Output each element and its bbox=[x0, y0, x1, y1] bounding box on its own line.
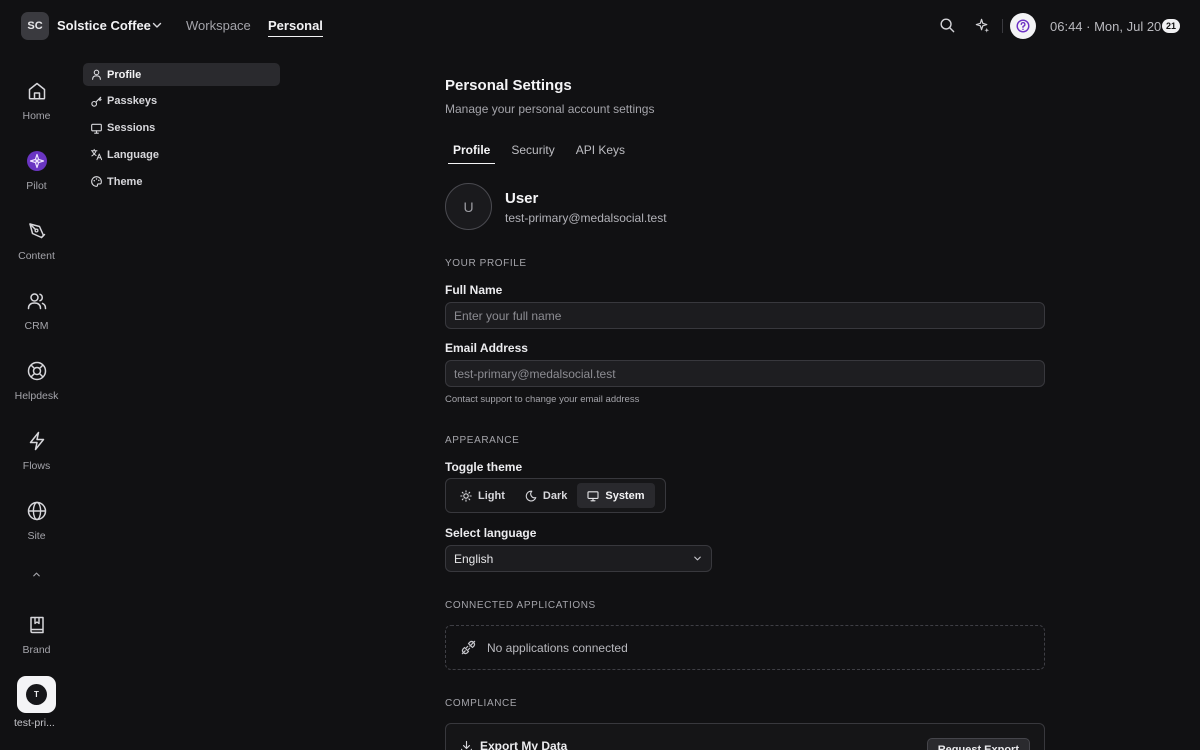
submenu-item-profile[interactable]: Profile bbox=[83, 63, 280, 86]
section-heading-appearance: APPEARANCE bbox=[445, 435, 520, 446]
theme-toggle: Light Dark System bbox=[445, 478, 666, 513]
rail-label: Helpdesk bbox=[14, 390, 59, 402]
rail-label: Site bbox=[27, 530, 46, 542]
rail-item-flows[interactable]: Flows bbox=[0, 430, 73, 472]
rail-label: Pilot bbox=[26, 180, 47, 192]
book-icon bbox=[26, 614, 48, 636]
email-help-text: Contact support to change your email add… bbox=[445, 394, 640, 405]
sun-icon bbox=[460, 489, 478, 502]
connected-apps-empty: No applications connected bbox=[445, 625, 1045, 670]
export-data-title: Export My Data bbox=[460, 739, 567, 750]
rail-label: Content bbox=[18, 250, 55, 262]
user-label: test-pri... bbox=[14, 717, 55, 729]
language-select[interactable]: English bbox=[445, 545, 712, 572]
rail-item-content[interactable]: Content bbox=[0, 220, 73, 262]
rail-label: Home bbox=[22, 110, 51, 122]
rail-label: Brand bbox=[22, 644, 51, 656]
users-icon bbox=[26, 290, 48, 312]
monitor-icon bbox=[587, 490, 605, 502]
page-title: Personal Settings bbox=[445, 77, 572, 94]
email-label: Email Address bbox=[445, 341, 528, 355]
settings-tabs: Profile Security API Keys bbox=[448, 143, 641, 164]
monitor-icon bbox=[90, 122, 103, 135]
pen-icon bbox=[26, 220, 48, 242]
top-bar: SC Solstice Coffee Workspace Personal 06… bbox=[0, 0, 1200, 52]
submenu-label: Profile bbox=[107, 68, 142, 81]
tab-profile[interactable]: Profile bbox=[448, 143, 496, 164]
tab-api-keys[interactable]: API Keys bbox=[571, 143, 630, 164]
export-data-label: Export My Data bbox=[480, 739, 568, 750]
palette-icon bbox=[90, 175, 103, 188]
full-name-label: Full Name bbox=[445, 283, 503, 297]
divider bbox=[1002, 19, 1003, 33]
rail-item-helpdesk[interactable]: Helpdesk bbox=[0, 360, 73, 402]
sparkle-icon[interactable] bbox=[974, 17, 991, 34]
submenu-label: Theme bbox=[107, 175, 143, 188]
globe-icon bbox=[26, 500, 48, 522]
email-field[interactable] bbox=[445, 360, 1045, 387]
theme-option-light[interactable]: Light bbox=[450, 483, 515, 508]
plug-icon bbox=[460, 639, 487, 656]
profile-avatar[interactable]: U bbox=[445, 183, 492, 230]
rail-item-crm[interactable]: CRM bbox=[0, 290, 73, 332]
submenu-item-theme[interactable]: Theme bbox=[83, 170, 280, 193]
export-data-card: Export My Data Request Export bbox=[445, 723, 1045, 750]
profile-email: test-primary@medalsocial.test bbox=[505, 211, 667, 225]
search-icon[interactable] bbox=[939, 17, 956, 34]
moon-icon bbox=[525, 490, 543, 502]
org-avatar[interactable]: SC bbox=[21, 12, 49, 40]
language-select-value: English bbox=[454, 551, 494, 566]
submenu-label: Passkeys bbox=[107, 95, 158, 108]
pilot-icon bbox=[26, 150, 48, 172]
help-icon bbox=[1016, 19, 1030, 33]
avatar: T bbox=[26, 684, 47, 705]
section-heading-profile: YOUR PROFILE bbox=[445, 258, 527, 269]
key-icon bbox=[90, 95, 103, 108]
org-name[interactable]: Solstice Coffee bbox=[57, 18, 151, 33]
theme-option-label: System bbox=[605, 489, 645, 502]
rail-item-pilot[interactable]: Pilot bbox=[0, 150, 73, 192]
help-button[interactable] bbox=[1010, 13, 1036, 39]
settings-submenu: Profile Passkeys Sessions Language Theme bbox=[83, 63, 280, 197]
select-language-label: Select language bbox=[445, 526, 537, 540]
rail-item-brand[interactable]: Brand bbox=[0, 614, 73, 656]
submenu-item-language[interactable]: Language bbox=[83, 143, 280, 166]
theme-option-system[interactable]: System bbox=[577, 483, 655, 508]
user-menu-button[interactable]: T bbox=[17, 676, 56, 713]
theme-option-label: Light bbox=[478, 489, 505, 502]
chevron-down-icon[interactable] bbox=[151, 19, 163, 31]
lightning-icon bbox=[26, 430, 48, 452]
translate-icon bbox=[90, 148, 103, 161]
toggle-theme-label: Toggle theme bbox=[445, 460, 523, 474]
section-heading-connected: CONNECTED APPLICATIONS bbox=[445, 600, 596, 611]
submenu-label: Sessions bbox=[107, 122, 156, 135]
nav-personal[interactable]: Personal bbox=[268, 18, 323, 37]
connected-apps-empty-text: No applications connected bbox=[487, 640, 628, 655]
tab-security[interactable]: Security bbox=[506, 143, 559, 164]
rail-item-home[interactable]: Home bbox=[0, 80, 73, 122]
download-icon bbox=[460, 740, 480, 750]
request-export-button[interactable]: Request Export bbox=[926, 738, 1030, 750]
nav-workspace[interactable]: Workspace bbox=[186, 18, 251, 33]
section-heading-compliance: COMPLIANCE bbox=[445, 698, 518, 709]
theme-option-label: Dark bbox=[542, 489, 568, 502]
notification-badge[interactable]: 21 bbox=[1162, 19, 1180, 33]
chevron-down-icon bbox=[692, 553, 703, 564]
page-subtitle: Manage your personal account settings bbox=[445, 102, 655, 116]
rail-label: CRM bbox=[24, 320, 49, 332]
theme-option-dark[interactable]: Dark bbox=[515, 483, 577, 508]
profile-name: User bbox=[505, 190, 539, 207]
submenu-item-passkeys[interactable]: Passkeys bbox=[83, 90, 280, 113]
lifebuoy-icon bbox=[26, 360, 48, 382]
user-icon bbox=[90, 68, 103, 81]
home-icon bbox=[26, 80, 48, 102]
rail-label: Flows bbox=[22, 460, 51, 472]
chevron-up-icon[interactable] bbox=[31, 569, 42, 580]
clock-text: 06:44 · Mon, Jul 20 bbox=[1050, 19, 1162, 34]
submenu-label: Language bbox=[107, 148, 159, 161]
rail-item-site[interactable]: Site bbox=[0, 500, 73, 542]
submenu-item-sessions[interactable]: Sessions bbox=[83, 117, 280, 140]
full-name-input[interactable] bbox=[445, 302, 1045, 329]
